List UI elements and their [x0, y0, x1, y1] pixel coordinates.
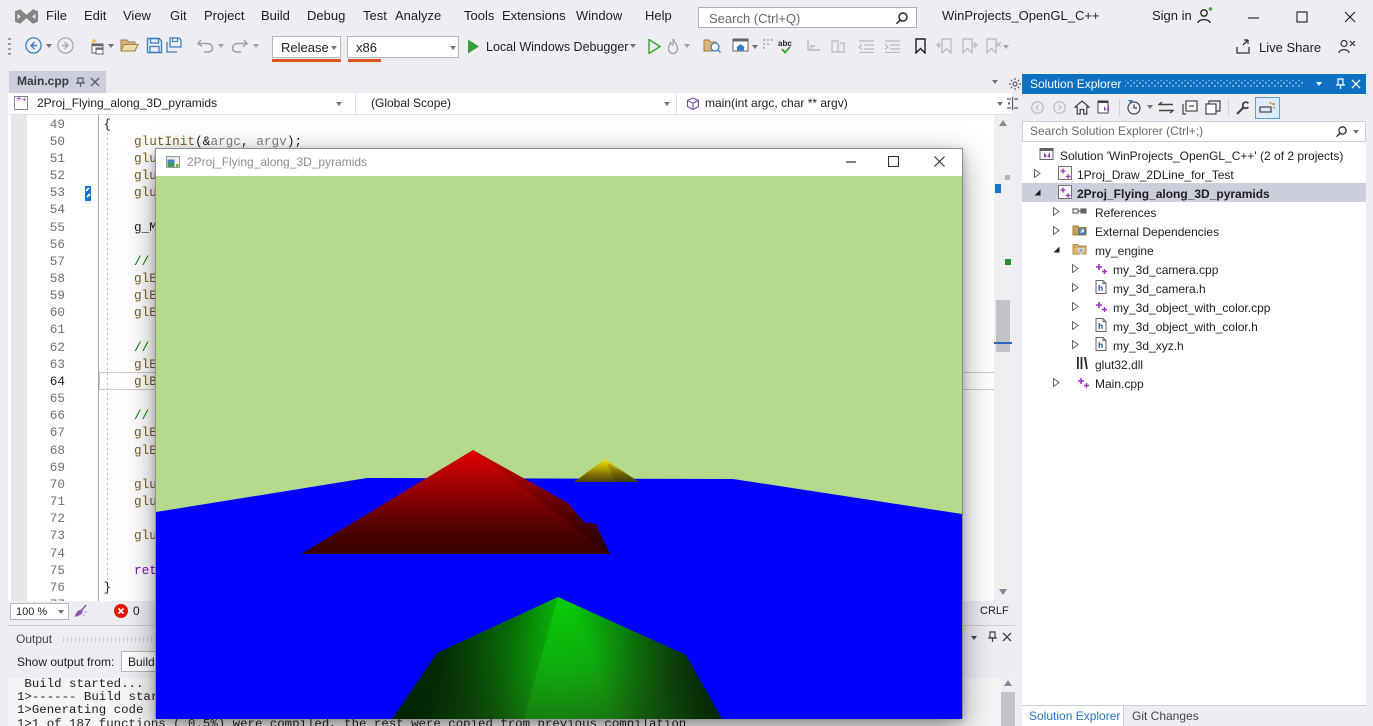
svg-text:abc: abc: [778, 39, 792, 48]
svg-text:h: h: [1098, 340, 1103, 350]
svg-text:h: h: [1098, 321, 1103, 331]
svg-text:h: h: [1098, 283, 1103, 293]
